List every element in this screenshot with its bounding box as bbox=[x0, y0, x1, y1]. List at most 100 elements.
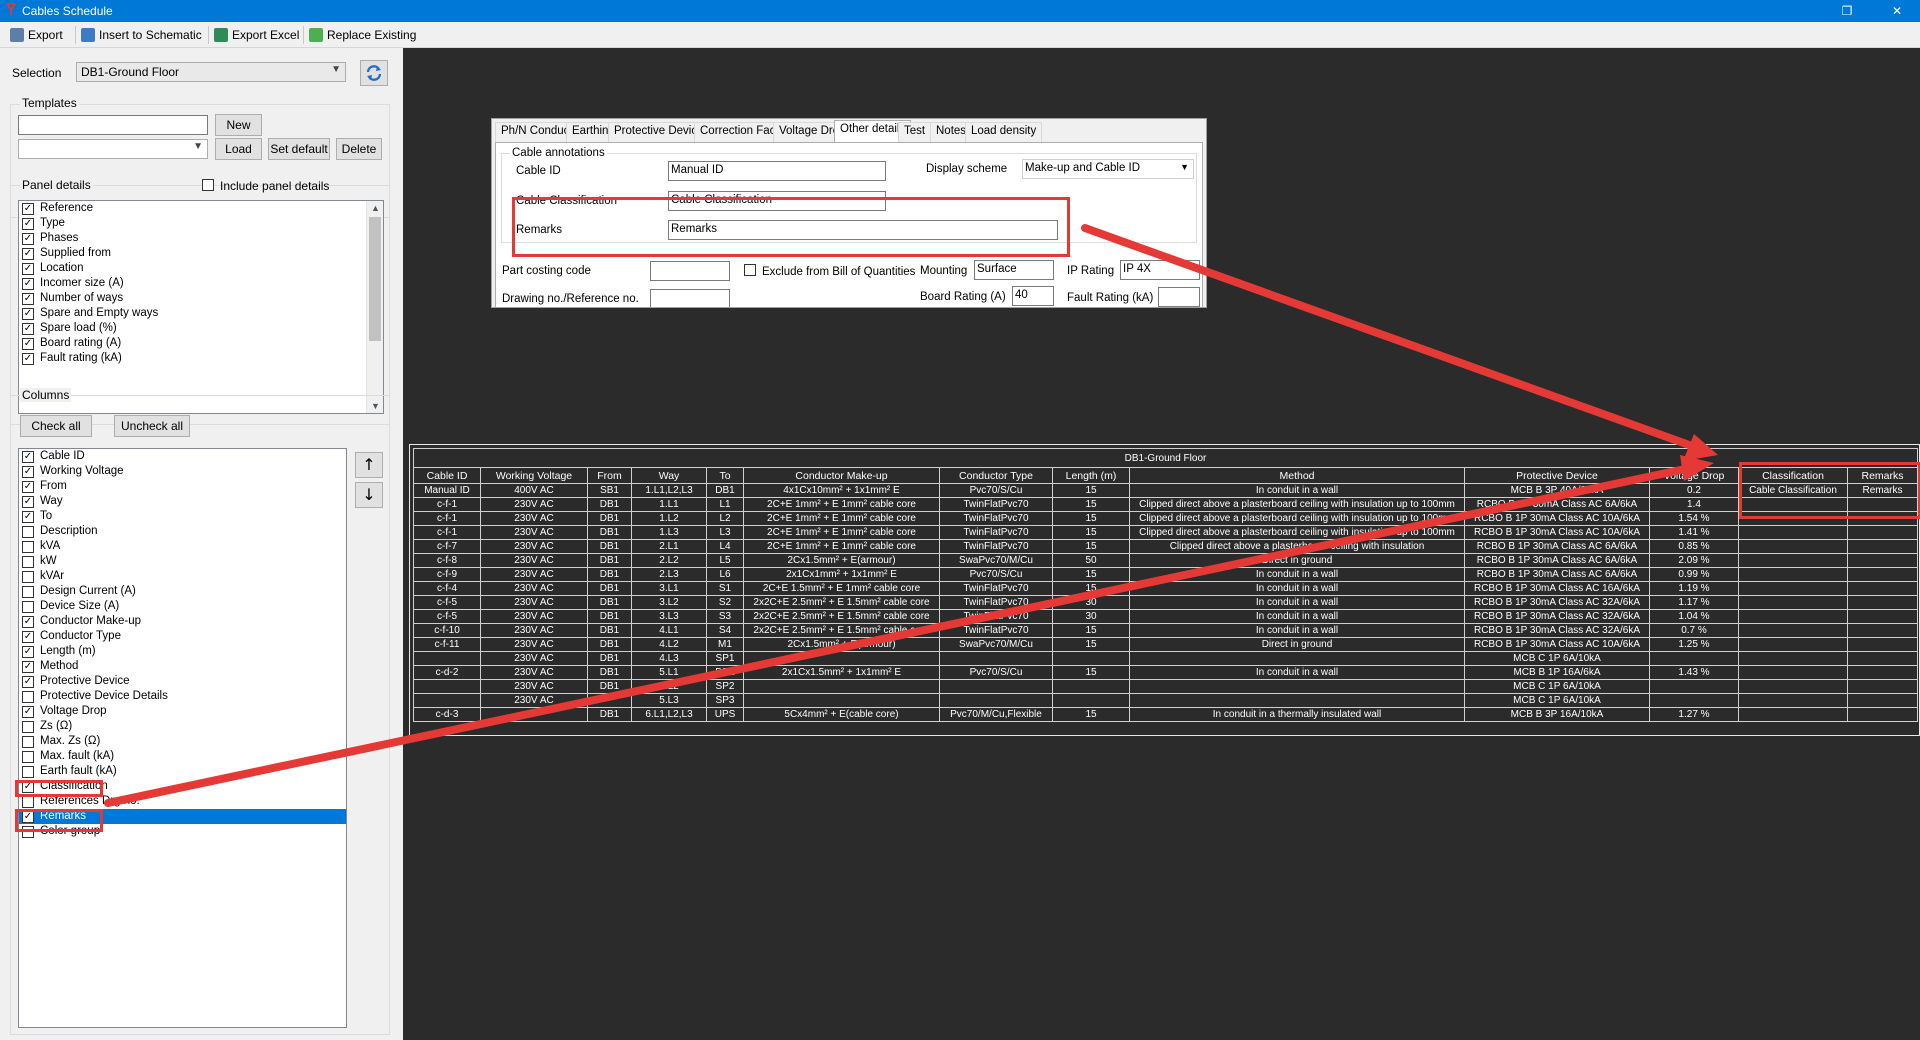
exclude-boq-checkbox[interactable] bbox=[744, 264, 756, 276]
panel-item-location[interactable]: ✓ Location bbox=[19, 261, 383, 276]
uncheck-all-button[interactable]: Uncheck all bbox=[114, 415, 190, 437]
panel-item-spare-load[interactable]: ✓ Spare load (%) bbox=[19, 321, 383, 336]
column-item-conductor-make-up[interactable]: ✓ Conductor Make-up bbox=[19, 614, 346, 629]
checkbox[interactable]: ✓ bbox=[22, 496, 34, 508]
refresh-button[interactable] bbox=[360, 60, 388, 86]
panel-item-incomer-size-a[interactable]: ✓ Incomer size (A) bbox=[19, 276, 383, 291]
checkbox[interactable]: ✓ bbox=[22, 511, 34, 523]
replace-existing-button[interactable]: Replace Existing bbox=[309, 25, 416, 45]
panel-item-fault-rating-ka[interactable]: ✓ Fault rating (kA) bbox=[19, 351, 383, 366]
column-item-length-m[interactable]: ✓ Length (m) bbox=[19, 644, 346, 659]
checkbox[interactable]: ✓ bbox=[22, 233, 34, 245]
remarks-input[interactable]: Remarks bbox=[668, 220, 1058, 240]
cable-classification-input[interactable]: Cable Classification bbox=[668, 191, 886, 211]
checkbox[interactable]: ✓ bbox=[22, 481, 34, 493]
tab-test[interactable]: Test bbox=[898, 122, 932, 142]
panel-item-phases[interactable]: ✓ Phases bbox=[19, 231, 383, 246]
checkbox[interactable] bbox=[22, 541, 34, 553]
checkbox[interactable]: ✓ bbox=[22, 218, 34, 230]
move-down-button[interactable]: ↓ bbox=[355, 482, 383, 508]
column-item-cable-id[interactable]: ✓ Cable ID bbox=[19, 449, 346, 464]
checkbox[interactable]: ✓ bbox=[22, 278, 34, 290]
column-item-kvar[interactable]: kVAr bbox=[19, 569, 346, 584]
panel-item-number-of-ways[interactable]: ✓ Number of ways bbox=[19, 291, 383, 306]
checkbox[interactable]: ✓ bbox=[22, 811, 34, 823]
checkbox[interactable] bbox=[22, 766, 34, 778]
checkbox[interactable] bbox=[22, 556, 34, 568]
column-item-max-zs[interactable]: Max. Zs (Ω) bbox=[19, 734, 346, 749]
column-item-references-drg-no[interactable]: References Drg no. bbox=[19, 794, 346, 809]
panel-item-supplied-from[interactable]: ✓ Supplied from bbox=[19, 246, 383, 261]
checkbox[interactable]: ✓ bbox=[22, 676, 34, 688]
checkbox[interactable]: ✓ bbox=[22, 781, 34, 793]
checkbox[interactable]: ✓ bbox=[22, 706, 34, 718]
column-item-design-current-a[interactable]: Design Current (A) bbox=[19, 584, 346, 599]
panel-details-list[interactable]: ✓ Reference ✓ Type ✓ Phases ✓ Supplied from ✓ Loc… bbox=[18, 200, 384, 414]
cable-id-input[interactable]: Manual ID bbox=[668, 161, 886, 181]
include-panel-details-checkbox[interactable] bbox=[202, 179, 214, 191]
restore-icon[interactable]: ❐ bbox=[1824, 0, 1870, 22]
scroll-up-icon[interactable]: ▲ bbox=[367, 201, 383, 215]
ip-rating-input[interactable]: IP 4X bbox=[1120, 260, 1200, 280]
column-item-protective-device-details[interactable]: Protective Device Details bbox=[19, 689, 346, 704]
checkbox[interactable] bbox=[22, 736, 34, 748]
column-item-remarks[interactable]: ✓ Remarks bbox=[19, 809, 346, 824]
export-button[interactable]: Export bbox=[10, 25, 63, 45]
checkbox[interactable] bbox=[22, 721, 34, 733]
checkbox[interactable]: ✓ bbox=[22, 203, 34, 215]
checkbox[interactable]: ✓ bbox=[22, 263, 34, 275]
columns-list[interactable]: ✓ Cable ID ✓ Working Voltage ✓ From ✓ Way ✓ To Des… bbox=[18, 448, 347, 1028]
column-item-description[interactable]: Description bbox=[19, 524, 346, 539]
column-item-color-group[interactable]: Color group bbox=[19, 824, 346, 839]
panel-list-scrollbar[interactable]: ▲ ▼ bbox=[366, 201, 383, 413]
check-all-button[interactable]: Check all bbox=[20, 415, 92, 437]
column-item-earth-fault-ka[interactable]: Earth fault (kA) bbox=[19, 764, 346, 779]
column-item-from[interactable]: ✓ From bbox=[19, 479, 346, 494]
tab-load-density[interactable]: Load density bbox=[965, 122, 1043, 142]
checkbox[interactable]: ✓ bbox=[22, 631, 34, 643]
column-item-protective-device[interactable]: ✓ Protective Device bbox=[19, 674, 346, 689]
fault-rating-input[interactable] bbox=[1158, 287, 1200, 307]
checkbox[interactable]: ✓ bbox=[22, 338, 34, 350]
panel-item-spare-and-empty-ways[interactable]: ✓ Spare and Empty ways bbox=[19, 306, 383, 321]
checkbox[interactable] bbox=[22, 751, 34, 763]
checkbox[interactable] bbox=[22, 601, 34, 613]
move-up-button[interactable]: ↑ bbox=[355, 452, 383, 478]
checkbox[interactable]: ✓ bbox=[22, 466, 34, 478]
template-combo[interactable]: ▼ bbox=[18, 139, 208, 159]
checkbox[interactable] bbox=[22, 796, 34, 808]
new-button[interactable]: New bbox=[215, 114, 262, 136]
delete-button[interactable]: Delete bbox=[336, 138, 382, 160]
checkbox[interactable]: ✓ bbox=[22, 616, 34, 628]
column-item-voltage-drop[interactable]: ✓ Voltage Drop bbox=[19, 704, 346, 719]
mounting-input[interactable]: Surface bbox=[974, 260, 1054, 280]
checkbox[interactable] bbox=[22, 526, 34, 538]
panel-item-type[interactable]: ✓ Type bbox=[19, 216, 383, 231]
checkbox[interactable]: ✓ bbox=[22, 323, 34, 335]
column-item-working-voltage[interactable]: ✓ Working Voltage bbox=[19, 464, 346, 479]
checkbox[interactable] bbox=[22, 826, 34, 838]
column-item-kva[interactable]: kVA bbox=[19, 539, 346, 554]
close-icon[interactable]: ✕ bbox=[1874, 0, 1920, 22]
column-item-device-size-a[interactable]: Device Size (A) bbox=[19, 599, 346, 614]
column-item-classification[interactable]: ✓ Classification bbox=[19, 779, 346, 794]
checkbox[interactable]: ✓ bbox=[22, 646, 34, 658]
board-rating-input[interactable]: 40 bbox=[1012, 286, 1054, 306]
display-scheme-combo[interactable]: Make-up and Cable ID ▼ bbox=[1022, 159, 1194, 179]
panel-item-board-rating-a[interactable]: ✓ Board rating (A) bbox=[19, 336, 383, 351]
load-button[interactable]: Load bbox=[215, 138, 262, 160]
checkbox[interactable] bbox=[22, 691, 34, 703]
insert-to-schematic-button[interactable]: Insert to Schematic bbox=[81, 25, 202, 45]
checkbox[interactable]: ✓ bbox=[22, 451, 34, 463]
checkbox[interactable]: ✓ bbox=[22, 661, 34, 673]
template-name-input[interactable] bbox=[18, 115, 208, 135]
drawing-no-input[interactable] bbox=[650, 289, 730, 307]
column-item-way[interactable]: ✓ Way bbox=[19, 494, 346, 509]
selection-combo[interactable]: DB1-Ground Floor ▼ bbox=[76, 62, 346, 82]
column-item-to[interactable]: ✓ To bbox=[19, 509, 346, 524]
checkbox[interactable] bbox=[22, 571, 34, 583]
export-excel-button[interactable]: Export Excel bbox=[214, 25, 299, 45]
set-default-button[interactable]: Set default bbox=[268, 138, 330, 160]
checkbox[interactable]: ✓ bbox=[22, 293, 34, 305]
part-costing-input[interactable] bbox=[650, 261, 730, 281]
